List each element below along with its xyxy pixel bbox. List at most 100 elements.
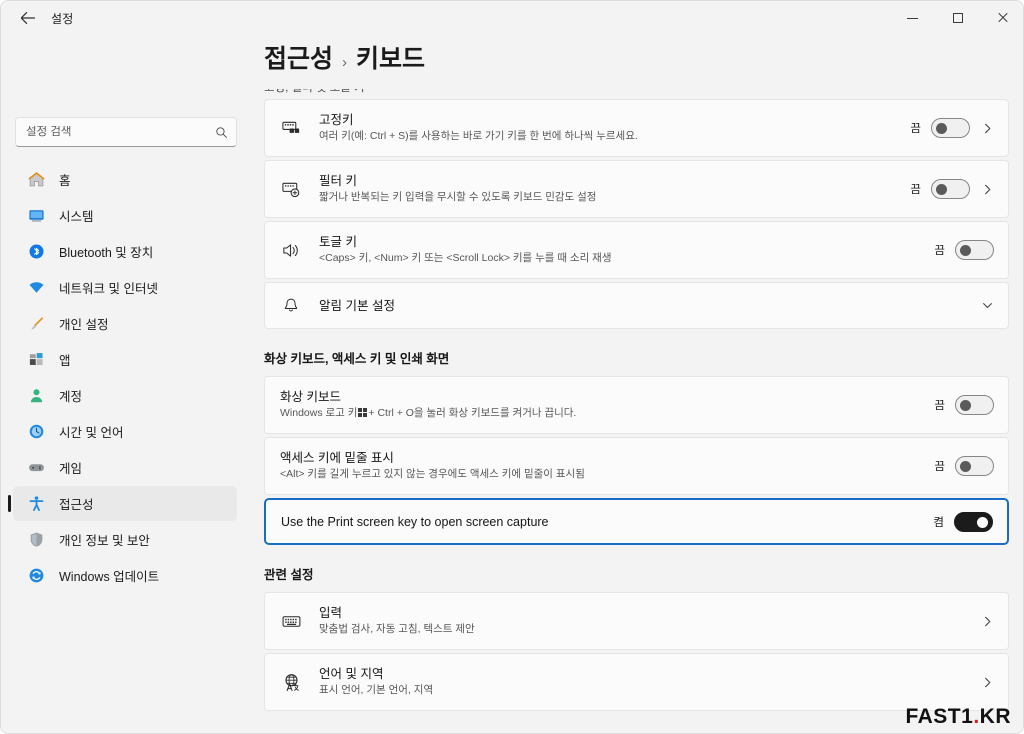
setting-text: 알림 기본 설정 (319, 298, 980, 314)
on-screen-keyboard-toggle[interactable] (955, 395, 994, 415)
sidebar-item-label: 앱 (59, 354, 71, 368)
setting-text: 액세스 키에 밑줄 표시 <Alt> 키를 길게 누르고 있지 않는 경우에도 … (280, 450, 934, 482)
toggle-state-label: 끔 (910, 123, 921, 135)
sidebar-item-bluetooth[interactable]: Bluetooth 및 장치 (13, 234, 237, 269)
watermark-tld: KR (979, 705, 1011, 728)
windows-key-icon (358, 408, 368, 417)
setting-title: 필터 키 (319, 174, 357, 188)
settings-scroll-area[interactable]: 고정, 필터 및 토글 키 (249, 89, 1023, 733)
window-controls (890, 1, 1023, 35)
setting-text: 입력 맞춤법 검사, 자동 고침, 텍스트 제안 (319, 605, 980, 637)
sound-icon (280, 239, 302, 261)
sidebar-item-label: 접근성 (59, 498, 94, 512)
setting-controls: 끔 (934, 240, 994, 260)
setting-row-access-key-underline[interactable]: 액세스 키에 밑줄 표시 <Alt> 키를 길게 누르고 있지 않는 경우에도 … (264, 437, 1009, 495)
chevron-right-icon[interactable] (980, 182, 994, 196)
search-input[interactable] (26, 126, 215, 138)
section-heading-osk: 화상 키보드, 액세스 키 및 인쇄 화면 (264, 352, 450, 366)
chevron-down-icon[interactable] (980, 299, 994, 313)
gaming-icon (27, 459, 45, 477)
page-subtitle: 고정, 필터 및 토글 키 (264, 89, 365, 95)
sidebar-item-accounts[interactable]: 계정 (13, 378, 237, 413)
setting-row-filter-keys[interactable]: 필터 키 짧거나 반복되는 키 입력을 무시할 수 있도록 키보드 민감도 설정… (264, 160, 1009, 218)
setting-row-toggle-keys[interactable]: 토글 키 <Caps> 키, <Num> 키 또는 <Scroll Lock> … (264, 221, 1009, 279)
sidebar-item-accessibility[interactable]: 접근성 (8, 486, 237, 521)
accounts-icon (27, 387, 45, 405)
setting-row-notification-preferences[interactable]: 알림 기본 설정 (264, 282, 1009, 329)
sidebar-item-personalization[interactable]: 개인 설정 (13, 306, 237, 341)
maximize-icon (952, 13, 963, 23)
setting-subtitle: <Caps> 키, <Num> 키 또는 <Scroll Lock> 키를 누를… (319, 252, 612, 264)
sidebar-item-home[interactable]: 홈 (13, 162, 237, 197)
filter-keys-toggle[interactable] (931, 179, 970, 199)
setting-text: 고정키 여러 키(예: Ctrl + S)를 사용하는 바로 가기 키를 한 번… (319, 112, 910, 144)
chevron-right-icon[interactable] (980, 614, 994, 628)
back-arrow-icon (21, 12, 36, 24)
sidebar-item-label: 홈 (59, 174, 71, 188)
minimize-icon (907, 17, 918, 19)
setting-row-on-screen-keyboard[interactable]: 화상 키보드 Windows 로고 키 + Ctrl + O을 눌러 화상 키보드… (264, 376, 1009, 434)
settings-window: 설정 홈 (0, 0, 1024, 734)
minimize-button[interactable] (890, 1, 935, 35)
print-screen-toggle[interactable] (954, 511, 993, 532)
setting-subtitle: 표시 언어, 기본 언어, 지역 (319, 684, 434, 696)
sidebar-item-label: 시스템 (59, 210, 94, 224)
close-icon (997, 12, 1009, 24)
osk-subtitle-after: + Ctrl + O을 눌러 화상 키보드를 켜거나 끕니다. (368, 407, 577, 419)
setting-controls: 끔 (934, 456, 994, 476)
title-bar: 설정 (1, 1, 1023, 35)
sidebar-item-gaming[interactable]: 게임 (13, 450, 237, 485)
breadcrumb-separator-icon: › (342, 54, 348, 71)
language-region-icon (280, 671, 302, 693)
toggle-state-label: 켬 (933, 516, 944, 529)
sticky-keys-toggle[interactable] (931, 118, 970, 138)
network-icon (27, 279, 45, 297)
watermark-main: FAST1 (905, 705, 974, 728)
sidebar-item-label: 게임 (59, 462, 83, 476)
setting-text: 토글 키 <Caps> 키, <Num> 키 또는 <Scroll Lock> … (319, 234, 934, 266)
setting-row-print-screen[interactable]: Use the Print screen key to open screen … (264, 498, 1009, 545)
chevron-right-icon[interactable] (980, 121, 994, 135)
chevron-right-icon[interactable] (980, 675, 994, 689)
privacy-security-icon (27, 531, 45, 549)
toggle-state-label: 끔 (934, 245, 945, 257)
setting-controls: 끔 (910, 118, 994, 138)
related-row-typing[interactable]: 입력 맞춤법 검사, 자동 고침, 텍스트 제안 (264, 592, 1009, 650)
setting-subtitle: 맞춤법 검사, 자동 고침, 텍스트 제안 (319, 623, 475, 635)
setting-title: 액세스 키에 밑줄 표시 (280, 451, 394, 465)
sidebar-item-windows-update[interactable]: Windows 업데이트 (13, 558, 237, 593)
sidebar-item-label: 네트워크 및 인터넷 (59, 282, 158, 296)
main-content: 접근성 › 키보드 고정, 필터 및 토글 키 (249, 35, 1023, 733)
setting-text: 화상 키보드 Windows 로고 키 + Ctrl + O을 눌러 화상 키보드… (280, 389, 934, 421)
sidebar-item-system[interactable]: 시스템 (13, 198, 237, 233)
sidebar-item-network[interactable]: 네트워크 및 인터넷 (13, 270, 237, 305)
maximize-button[interactable] (935, 1, 980, 35)
toggle-keys-toggle[interactable] (955, 240, 994, 260)
personalization-icon (27, 315, 45, 333)
setting-title: 고정키 (319, 113, 354, 127)
setting-row-sticky-keys[interactable]: 고정키 여러 키(예: Ctrl + S)를 사용하는 바로 가기 키를 한 번… (264, 99, 1009, 157)
access-key-underline-toggle[interactable] (955, 456, 994, 476)
app-title: 설정 (51, 11, 74, 26)
search-box[interactable] (15, 117, 237, 147)
sidebar-item-apps[interactable]: 앱 (13, 342, 237, 377)
back-button[interactable] (11, 3, 45, 33)
setting-title: 토글 키 (319, 235, 357, 249)
close-button[interactable] (980, 1, 1023, 35)
setting-text: Use the Print screen key to open screen … (281, 514, 933, 530)
sidebar-item-label: 시간 및 언어 (59, 426, 124, 440)
sidebar-item-label: Bluetooth 및 장치 (59, 246, 154, 260)
breadcrumb-parent[interactable]: 접근성 (264, 39, 333, 75)
sidebar-item-time-language[interactable]: 시간 및 언어 (13, 414, 237, 449)
sidebar-nav: 홈 시스템 Bluetooth 및 장치 네트워크 및 인터넷 개인 설정 앱 … (7, 161, 243, 594)
setting-controls: 끔 (910, 179, 994, 199)
sidebar-item-label: 개인 설정 (59, 318, 109, 332)
apps-icon (27, 351, 45, 369)
sidebar-item-privacy-security[interactable]: 개인 정보 및 보안 (13, 522, 237, 557)
setting-title: 알림 기본 설정 (319, 298, 395, 313)
setting-controls (980, 675, 994, 689)
setting-controls: 켬 (933, 511, 993, 532)
watermark: FAST1.KR (905, 705, 1011, 729)
typing-icon (280, 610, 302, 632)
related-row-language-region[interactable]: 언어 및 지역 표시 언어, 기본 언어, 지역 (264, 653, 1009, 711)
